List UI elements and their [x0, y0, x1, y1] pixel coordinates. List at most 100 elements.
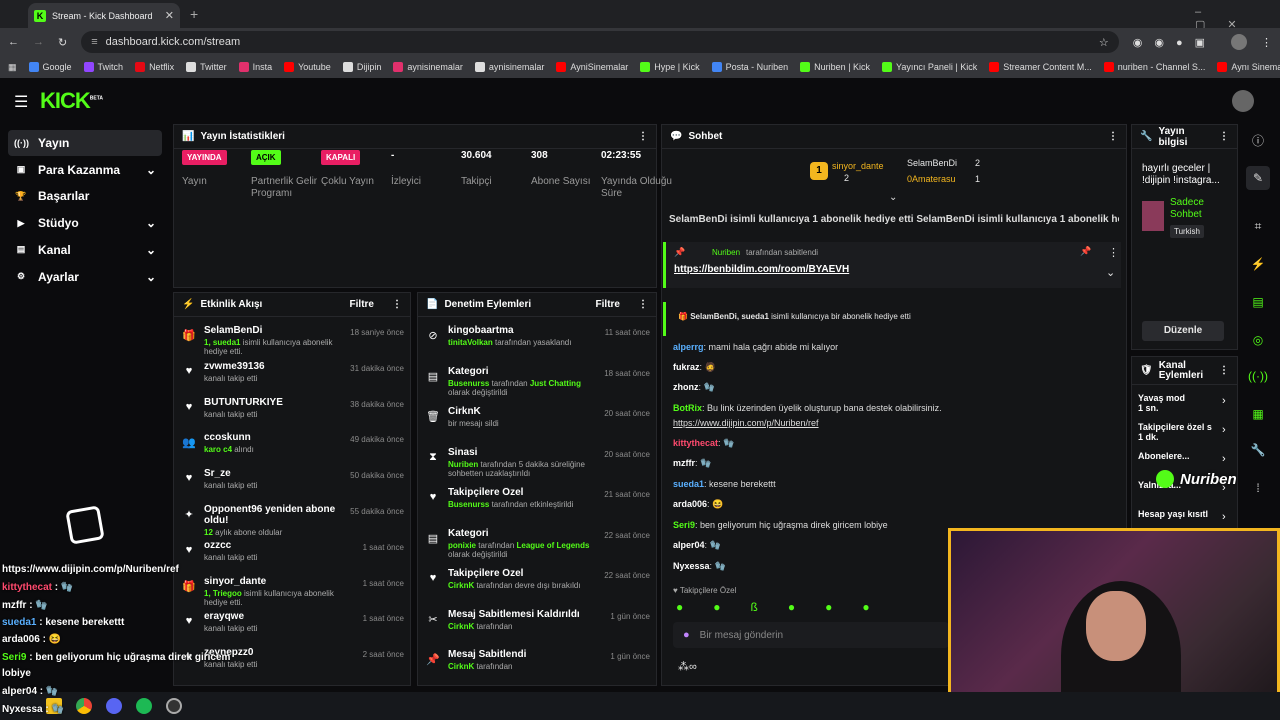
chat-message[interactable]: fukraz: 🧔: [673, 362, 716, 373]
sidebar-item-6[interactable]: ⚙ Ayarlar ⌄: [8, 264, 162, 290]
feed-item[interactable]: ✦ Opponent96 yeniden abone oldu! 12 aylık …: [174, 504, 410, 540]
feed-item[interactable]: ♥ Takipçilere Özel Busenurss tarafından et…: [418, 487, 656, 523]
chat-message[interactable]: BotRix: Bu link üzerinden üyelik oluştur…: [673, 403, 942, 413]
feed-item[interactable]: 👥 ccoskunn karo c4 alındı 49 dakika önce: [174, 432, 410, 468]
panel-menu-icon[interactable]: ⋮: [1219, 131, 1229, 142]
feed-item[interactable]: ▤ Kategori Busenurss tarafından Just Chatt…: [418, 366, 656, 402]
bookmark-item[interactable]: aynisinemalar: [474, 62, 544, 72]
feed-item[interactable]: ⧗ Sinasi Nuriben tarafından 5 dakika sürel…: [418, 447, 656, 483]
feed-item[interactable]: ✂ Mesaj Sabitlemesi Kaldırıldı CirknK tara…: [418, 609, 656, 645]
chat-username[interactable]: sueda1: [673, 479, 704, 489]
activity-filter-button[interactable]: Filtre: [350, 299, 374, 310]
sidebar-item-2[interactable]: ▣ Para Kazanma ⌄: [8, 157, 162, 183]
back-arrow-icon[interactable]: ←: [8, 36, 19, 48]
bookmark-item[interactable]: Youtube: [284, 62, 331, 72]
moderation-filter-button[interactable]: Filtre: [596, 299, 620, 310]
panel-menu-icon[interactable]: ⋮: [1219, 365, 1229, 376]
bookmark-item[interactable]: Twitter: [186, 62, 227, 72]
sidebar-item-1[interactable]: ((·)) Yayın: [8, 130, 162, 156]
close-tab-icon[interactable]: ✕: [165, 9, 174, 22]
chat-message[interactable]: https://www.dijipin.com/p/Nuriben/ref: [673, 418, 819, 428]
bookmark-item[interactable]: Netflix: [135, 62, 174, 72]
obs-icon[interactable]: [166, 698, 182, 714]
mic-icon[interactable]: ●: [683, 629, 690, 641]
bookmark-item[interactable]: AyniSinemalar: [556, 62, 628, 72]
bookmark-item[interactable]: Yayıncı Paneli | Kick: [882, 62, 977, 72]
bookmark-item[interactable]: Hype | Kick: [640, 62, 700, 72]
panel-menu-icon[interactable]: ⋮: [638, 299, 648, 310]
chat-message[interactable]: zhonz: 🧤: [673, 382, 715, 393]
wrench-icon[interactable]: 🔧: [1246, 438, 1270, 462]
sidebar-item-4[interactable]: ▶ Stüdyo ⌄: [8, 210, 162, 236]
expand-chevron-icon[interactable]: ⌄: [1106, 266, 1115, 279]
user-avatar[interactable]: [1232, 90, 1254, 112]
feed-item[interactable]: 📌 Mesaj Sabitlendi CirknK tarafından 1 gün …: [418, 649, 656, 685]
feed-item[interactable]: ⊘ kingobaartma tinitaVolkan tarafından yas…: [418, 325, 656, 361]
chat-username[interactable]: mzffr: [673, 458, 695, 468]
chat-username[interactable]: kittythecat: [673, 438, 718, 448]
chevron-down-icon[interactable]: ⌄: [146, 216, 156, 230]
chat-text[interactable]: https://www.dijipin.com/p/Nuriben/ref: [673, 418, 819, 428]
new-tab-button[interactable]: +: [190, 6, 198, 22]
feed-item[interactable]: ▤ Kategori ponixie tarafından League of Le…: [418, 528, 656, 564]
chat-username[interactable]: Nyxessa: [673, 561, 710, 571]
hamburger-menu-icon[interactable]: ☰: [14, 92, 28, 112]
category-name[interactable]: Sadece Sohbet: [1170, 197, 1236, 221]
sidebar-item-3[interactable]: 🏆 Başarılar: [8, 183, 162, 209]
forward-arrow-icon[interactable]: →: [33, 36, 44, 48]
chevron-down-icon[interactable]: ⌄: [146, 270, 156, 284]
chat-username[interactable]: zhonz: [673, 382, 699, 392]
profile-avatar[interactable]: [1231, 34, 1247, 50]
bookmark-star-icon[interactable]: ☆: [1099, 36, 1109, 49]
emote-picker-icon[interactable]: ⁂∞: [678, 660, 697, 673]
edit-info-button[interactable]: Düzenle: [1142, 321, 1224, 341]
edit-icon[interactable]: ✎: [1246, 166, 1270, 190]
extensions-icon[interactable]: ◉◉●▣: [1133, 36, 1217, 49]
bookmark-item[interactable]: Dijipin: [342, 62, 381, 72]
pinned-menu-icon[interactable]: ⋮: [1108, 246, 1119, 259]
layout-icon[interactable]: ▦: [1246, 402, 1270, 426]
chat-username[interactable]: fukraz: [673, 362, 700, 372]
chevron-down-icon[interactable]: ⌄: [146, 163, 156, 177]
bookmark-item[interactable]: Posta - Nuriben: [711, 62, 788, 72]
browser-menu-icon[interactable]: ⋮: [1261, 36, 1272, 49]
chrome-icon[interactable]: [76, 698, 92, 714]
feed-item[interactable]: ♥ Takipçilere Özel CirknK tarafından devre…: [418, 568, 656, 604]
channel-action-item[interactable]: Takipçilere özel s1 dk. ›: [1138, 422, 1234, 448]
bookmark-item[interactable]: Aynı Sinemalar - Ça...: [1217, 62, 1280, 72]
info-icon[interactable]: ⓘ: [1246, 128, 1270, 152]
address-bar[interactable]: ≡ dashboard.kick.com/stream ☆: [81, 31, 1119, 53]
chat-message[interactable]: mzffr: 🧤: [673, 458, 711, 469]
feed-item[interactable]: ♥ Sr_ze kanalı takip etti 50 dakika önce: [174, 468, 410, 504]
chat-message[interactable]: Seri9: ben geliyorum hiç uğraşma direk g…: [673, 520, 888, 530]
chat-username[interactable]: arda006: [673, 499, 707, 509]
bookmark-item[interactable]: aynisinemalar: [393, 62, 463, 72]
chat-bubble-icon[interactable]: ◎: [1246, 328, 1270, 352]
feed-item[interactable]: ♥ BUTUNTURKIYE kanalı takip etti 38 dakika …: [174, 397, 410, 433]
discord-icon[interactable]: [106, 698, 122, 714]
feed-item[interactable]: 🎁 SelamBenDi 1, sueda1 isimli kullanıcıya …: [174, 325, 410, 361]
more-icon[interactable]: ⁞: [1246, 476, 1270, 500]
bookmark-item[interactable]: Google: [28, 62, 72, 72]
chat-input[interactable]: ● Bir mesaj gönderin: [673, 622, 949, 648]
browser-tab[interactable]: K Stream - Kick Dashboard ✕: [28, 3, 180, 28]
chat-username[interactable]: alperrg: [673, 342, 704, 352]
chat-username[interactable]: BotRix: [673, 403, 702, 413]
kick-logo[interactable]: KICKBETA: [40, 88, 103, 114]
panel-menu-icon[interactable]: ⋮: [392, 299, 402, 310]
chevron-right-icon[interactable]: ›: [1222, 424, 1226, 436]
chat-message[interactable]: arda006: 😆: [673, 499, 723, 510]
chat-username[interactable]: alper04: [673, 540, 705, 550]
bookmark-item[interactable]: Twitch: [83, 62, 123, 72]
chat-message[interactable]: Nyxessa: 🧤: [673, 561, 726, 572]
sidebar-item-5[interactable]: ▤ Kanal ⌄: [8, 237, 162, 263]
feed-item[interactable]: 🗑 CirknK bir mesajı sildi 20 saat önce: [418, 406, 656, 442]
bookmark-item[interactable]: Nuriben | Kick: [800, 62, 870, 72]
channel-action-item[interactable]: Yavaş mod 1 sn. ›: [1138, 393, 1234, 419]
feed-item[interactable]: ♥ ozzcc kanalı takip etti 1 saat önce: [174, 540, 410, 576]
chat-message[interactable]: kittythecat: 🧤: [673, 438, 734, 449]
apps-grid-icon[interactable]: ▦: [8, 62, 17, 73]
bookmark-item[interactable]: Insta: [238, 62, 272, 72]
chat-message[interactable]: sueda1: kesene berekettt: [673, 479, 776, 489]
chat-username[interactable]: Seri9: [673, 520, 695, 530]
